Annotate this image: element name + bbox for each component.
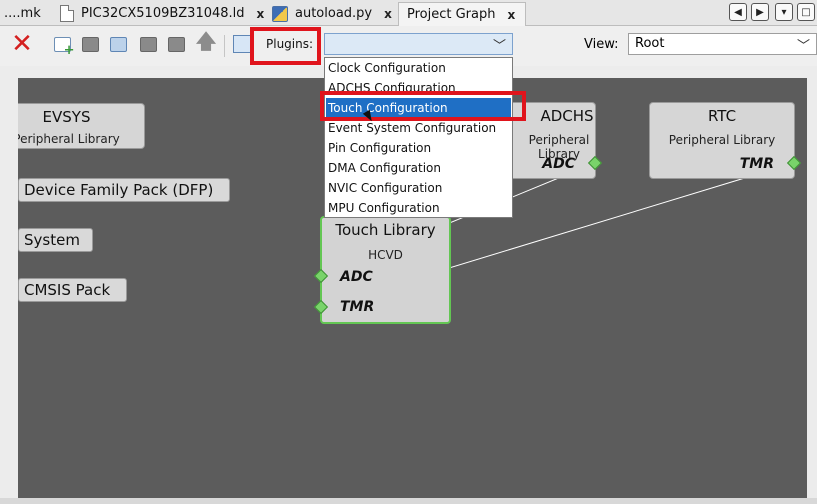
horizontal-scrollbar[interactable] [0, 498, 817, 504]
add-component-icon[interactable] [52, 34, 74, 58]
tmr-port-label: TMR [340, 299, 375, 315]
view-select-value: Root [635, 36, 665, 51]
close-icon[interactable]: x [384, 7, 392, 21]
dropdown-item-clock-configuration[interactable]: Clock Configuration [326, 58, 511, 78]
tab-label: ....mk [4, 6, 41, 21]
dropdown-item-nvic-configuration[interactable]: NVIC Configuration [326, 178, 511, 198]
tab-label: PIC32CX5109BZ31048.ld [81, 6, 245, 21]
scroll-right-icon[interactable]: ▶ [751, 3, 769, 21]
tmr-port-label: TMR [739, 156, 774, 172]
app-window: ....mk PIC32CX5109BZ31048.ld x autoload.… [0, 0, 817, 504]
rtc-node[interactable]: RTC Peripheral Library TMR [649, 102, 795, 179]
view-select[interactable]: Root ﹀ [628, 33, 817, 55]
editor-tab-bar: ....mk PIC32CX5109BZ31048.ld x autoload.… [0, 0, 817, 26]
cmsis-pack-pill[interactable]: CMSIS Pack [18, 278, 127, 302]
view-label: View: [584, 37, 619, 52]
adc-port-label: ADC [340, 269, 373, 285]
chevron-down-icon: ﹀ [492, 39, 506, 54]
chevron-down-icon: ﹀ [796, 39, 810, 54]
node-title: EVSYS [42, 108, 91, 126]
node-title: Touch Library [335, 221, 436, 239]
import-icon[interactable] [108, 34, 128, 54]
toolbar-separator [224, 35, 225, 57]
dropdown-item-mpu-configuration[interactable]: MPU Configuration [326, 198, 511, 218]
tab-linker-script[interactable]: PIC32CX5109BZ31048.ld x [60, 2, 264, 25]
scroll-left-icon[interactable]: ◀ [729, 3, 747, 21]
evsys-node[interactable]: EVSYS Peripheral Library [18, 103, 145, 149]
close-icon[interactable]: x [257, 7, 265, 21]
close-icon[interactable]: x [508, 8, 516, 22]
component-icon[interactable] [80, 34, 100, 54]
maximize-icon[interactable]: □ [797, 3, 815, 21]
fit-view-icon[interactable] [232, 34, 252, 54]
tab-label: Project Graph [407, 7, 496, 22]
tab-makefile[interactable]: ....mk [4, 2, 41, 25]
node-subtitle: Peripheral Library [18, 132, 120, 146]
dropdown-item-dma-configuration[interactable]: DMA Configuration [326, 158, 511, 178]
touch-configuration-highlight-box [320, 91, 526, 121]
system-pill[interactable]: System [18, 228, 93, 252]
plugins-highlight-box [250, 27, 321, 65]
node-subtitle: HCVD [368, 248, 403, 262]
python-icon [272, 5, 288, 22]
tab-autoload[interactable]: autoload.py x [272, 2, 392, 25]
document-icon [60, 5, 74, 22]
dfp-pill[interactable]: Device Family Pack (DFP) [18, 178, 230, 202]
node-title: RTC [707, 107, 737, 125]
plugins-select[interactable]: ﹀ [324, 33, 513, 55]
node-subtitle: Peripheral Library [668, 133, 776, 147]
adc-port-label: ADC [542, 156, 575, 172]
export-icon[interactable] [166, 34, 186, 54]
dropdown-item-event-system-configuration[interactable]: Event System Configuration [326, 118, 511, 138]
delete-icon[interactable]: ✕ [11, 31, 33, 57]
up-arrow-icon[interactable]: 🡅 [196, 29, 217, 54]
tab-project-graph[interactable]: Project Graph x [398, 2, 526, 26]
plugins-dropdown-list: Clock Configuration ADCHS Configuration … [324, 57, 513, 218]
touch-library-node[interactable]: Touch Library HCVD ADC TMR [320, 216, 451, 324]
tab-list-icon[interactable]: ▾ [775, 3, 793, 21]
tab-label: autoload.py [295, 6, 373, 21]
dropdown-item-pin-configuration[interactable]: Pin Configuration [326, 138, 511, 158]
component-icon[interactable] [138, 34, 158, 54]
